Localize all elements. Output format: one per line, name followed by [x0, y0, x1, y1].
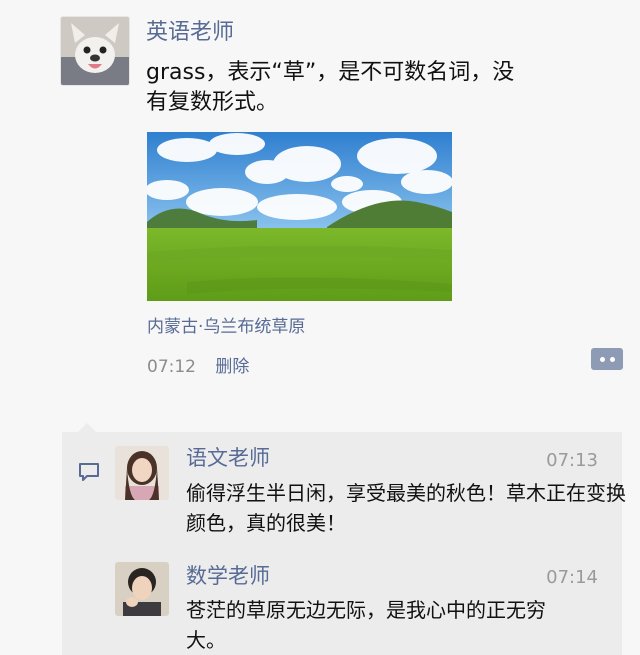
delete-button[interactable]: 删除	[215, 357, 249, 377]
post-location[interactable]: 内蒙古·乌兰布统草原	[147, 316, 305, 338]
post-meta-row: 07:12 删除	[147, 355, 249, 379]
post-author-name[interactable]: 英语老师	[146, 18, 234, 48]
comment-author[interactable]: 语文老师	[186, 444, 270, 472]
more-dots-icon	[609, 356, 615, 362]
comment-author[interactable]: 数学老师	[186, 562, 270, 590]
comments-caret	[78, 423, 96, 432]
moments-post: 英语老师 grass，表示“草”，是不可数名词，没有复数形式。 内蒙古·乌兰布统…	[0, 0, 640, 655]
comment-icon	[79, 463, 99, 481]
comment-text[interactable]: 苍茫的草原无边无际，是我心中的正无穷大。	[186, 595, 546, 655]
commenter-avatar[interactable]	[115, 562, 169, 616]
comment-text[interactable]: 偷得浮生半日闲，享受最美的秋色！草木正在变换颜色，真的很美！	[186, 478, 626, 538]
more-actions-button[interactable]	[591, 348, 623, 370]
comment-time: 07:13	[546, 450, 598, 471]
grassland-photo[interactable]	[147, 132, 452, 301]
commenter-avatar[interactable]	[115, 446, 169, 500]
more-dots-icon	[599, 356, 605, 362]
post-text: grass，表示“草”，是不可数名词，没有复数形式。	[146, 60, 515, 115]
author-avatar[interactable]	[60, 16, 130, 86]
comment-time: 07:14	[546, 567, 598, 588]
post-time: 07:12	[147, 357, 196, 377]
